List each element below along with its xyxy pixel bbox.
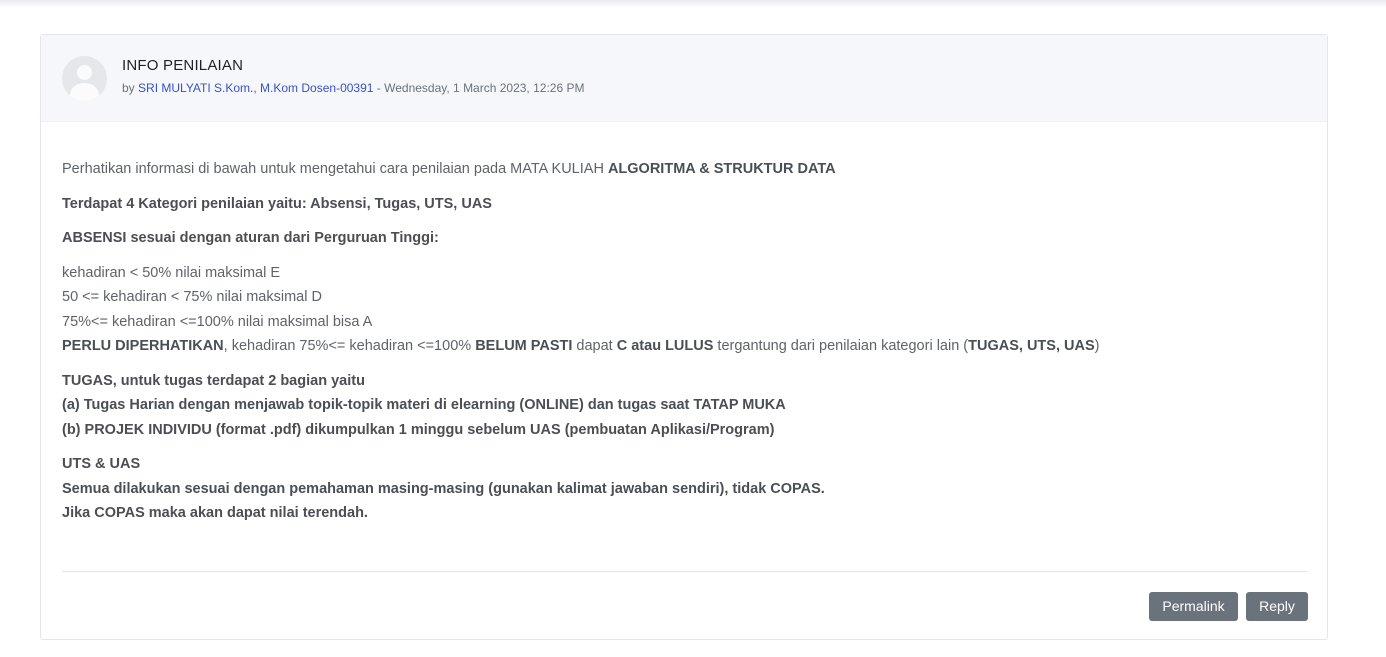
forum-post: INFO PENILAIAN by SRI MULYATI S.Kom., M.…	[40, 34, 1328, 640]
absensi-heading: ABSENSI sesuai dengan aturan dari Pergur…	[62, 230, 439, 246]
reply-button[interactable]: Reply	[1246, 592, 1308, 621]
intro-paragraph: Perhatikan informasi di bawah untuk meng…	[62, 161, 836, 177]
author-link[interactable]: SRI MULYATI S.Kom., M.Kom Dosen-00391	[138, 81, 373, 95]
permalink-button[interactable]: Permalink	[1149, 592, 1238, 621]
byline-separator: -	[373, 81, 385, 95]
tugas-section: TUGAS, untuk tugas terdapat 2 bagian yai…	[62, 372, 786, 438]
top-bar-shadow	[0, 0, 1386, 8]
post-divider	[62, 571, 1308, 572]
post-byline: by SRI MULYATI S.Kom., M.Kom Dosen-00391…	[122, 81, 584, 95]
post-date: Wednesday, 1 March 2023, 12:26 PM	[384, 81, 585, 95]
post-content: Perhatikan informasi di bawah untuk meng…	[62, 157, 1302, 536]
categories-paragraph: Terdapat 4 Kategori penilaian yaitu: Abs…	[62, 195, 492, 212]
absensi-rules: kehadiran < 50% nilai maksimal E 50 <= k…	[62, 264, 1100, 355]
byline-prefix: by	[122, 81, 135, 95]
post-subject: INFO PENILAIAN	[122, 57, 244, 74]
post-header: INFO PENILAIAN by SRI MULYATI S.Kom., M.…	[41, 35, 1327, 122]
user-avatar-icon[interactable]	[62, 56, 107, 101]
uts-uas-section: UTS & UAS Semua dilakukan sesuai dengan …	[62, 456, 825, 521]
